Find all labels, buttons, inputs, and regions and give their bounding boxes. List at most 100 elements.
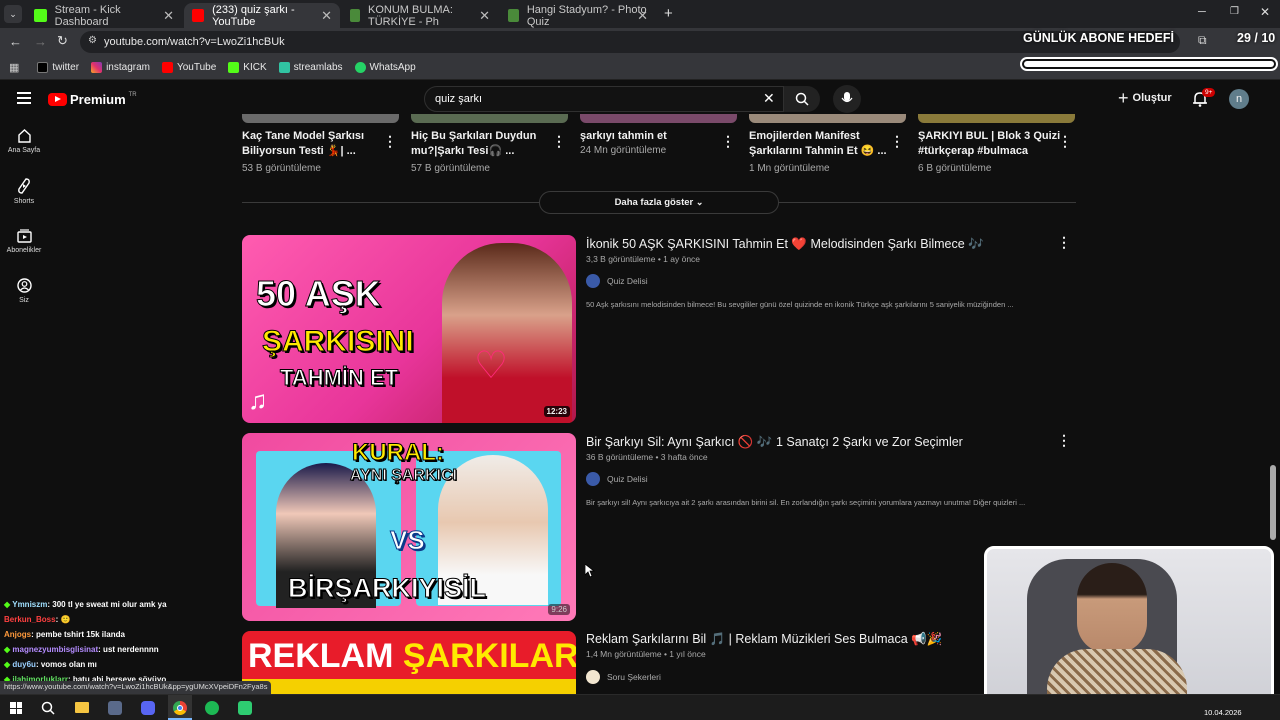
taskbar-clock[interactable]: 10.04.2026 (1204, 708, 1242, 717)
app-icon[interactable] (238, 701, 252, 715)
shorts-thumbnail-strip (242, 114, 1076, 123)
region-label: TR (128, 91, 137, 98)
minimize-button[interactable]: ─ (1198, 6, 1206, 18)
nav-shorts[interactable]: Shorts (0, 166, 48, 216)
video-meta: 36 B görüntüleme • 3 hafta önce (586, 452, 708, 462)
video-thumbnail[interactable]: ♡ ♫ 50 AŞK ŞARKISINI TAHMİN ET 12:23 (242, 235, 576, 423)
more-options-icon[interactable]: ⋮ (890, 133, 904, 150)
restore-button[interactable]: ❐ (1230, 6, 1239, 17)
video-title[interactable]: İkonik 50 AŞK ŞARKISINI Tahmin Et ❤️ Mel… (586, 237, 984, 252)
more-options-icon[interactable]: ⋮ (383, 133, 397, 150)
site-info-icon[interactable]: ⚙ (88, 35, 97, 46)
shorts-card[interactable]: ŞARKIYI BUL | Blok 3 Quizi #türkçerap #bu… (918, 129, 1078, 174)
bookmark-youtube[interactable]: YouTube (161, 62, 216, 73)
close-tab-icon[interactable]: ✕ (637, 8, 648, 24)
video-title[interactable]: Reklam Şarkılarını Bil 🎵 | Reklam Müzikl… (586, 632, 942, 647)
close-tab-icon[interactable]: ✕ (163, 8, 174, 24)
more-options-icon[interactable]: ⋮ (1057, 234, 1071, 251)
video-thumbnail[interactable]: REKLAM ŞARKILARI (242, 631, 576, 694)
short-title: mu?|Şarkı Tesi🎧 ... (411, 145, 515, 157)
nav-subscriptions[interactable]: Abonelikler (0, 216, 48, 266)
thumbnail-text: 50 AŞK (256, 274, 382, 313)
apps-grid-icon[interactable]: ▦ (9, 61, 19, 74)
channel-link[interactable]: Soru Şekerleri (586, 670, 661, 684)
chat-text: : ust nerdennnn (98, 645, 159, 654)
thumbnail-text: REKLAM ŞARKILARI (248, 637, 576, 676)
whatsapp-icon (354, 62, 366, 73)
bookmark-label: KICK (243, 62, 267, 73)
video-description: 50 Aşk şarkısını melodisinden bilmece! B… (586, 300, 1014, 309)
nav-home[interactable]: Ana Sayfa (0, 116, 48, 166)
back-icon[interactable]: ← (9, 34, 22, 49)
bookmark-streamlabs[interactable]: streamlabs (278, 62, 343, 73)
more-options-icon[interactable]: ⋮ (721, 133, 735, 150)
channel-name: Quiz Delisi (607, 474, 648, 484)
show-more-label: Daha fazla göster (614, 197, 694, 208)
nav-label: Ana Sayfa (7, 147, 41, 154)
shorts-card[interactable]: şarkıyı tahmin et 24 Mn görüntüleme (580, 129, 740, 156)
short-views: 57 B görüntüleme (411, 163, 490, 174)
more-options-icon[interactable]: ⋮ (1058, 133, 1072, 150)
voice-search-button[interactable] (833, 85, 861, 113)
photoquiz-icon (350, 9, 360, 22)
page-scrollbar[interactable] (1270, 465, 1276, 540)
chrome-icon[interactable] (168, 695, 192, 720)
tab-search-button[interactable]: ⌄ (4, 5, 22, 23)
reload-icon[interactable]: ↻ (57, 33, 68, 49)
tab-kick-dashboard[interactable]: Stream - Kick Dashboard ✕ (26, 3, 182, 28)
search-button[interactable] (784, 86, 820, 112)
duration-badge: 9:26 (548, 604, 570, 615)
instagram-icon (91, 62, 103, 73)
chat-user: Anjogs (4, 630, 32, 639)
bookmark-label: streamlabs (293, 62, 343, 73)
windows-start-icon[interactable] (10, 702, 22, 714)
create-button[interactable]: + Oluştur (1118, 89, 1172, 107)
more-options-icon[interactable]: ⋮ (552, 133, 566, 150)
chat-text: : 300 tl ye sweat mi olur amk ya (47, 600, 167, 609)
show-more-button[interactable]: Daha fazla göster ⌄ (539, 191, 779, 214)
close-window-button[interactable]: ✕ (1260, 5, 1270, 19)
goal-progress-fill (1024, 61, 1274, 67)
channel-link[interactable]: Quiz Delisi (586, 472, 648, 486)
nav-you[interactable]: Siz (0, 266, 48, 316)
discord-icon[interactable] (141, 701, 155, 715)
search-icon[interactable] (41, 701, 55, 715)
video-title[interactable]: Bir Şarkıyı Sil: Aynı Şarkıcı 🚫 🎶 1 Sana… (586, 435, 963, 450)
avatar[interactable]: n (1229, 89, 1249, 109)
short-views: 1 Mn görüntüleme (749, 163, 830, 174)
bookmark-whatsapp[interactable]: WhatsApp (354, 62, 416, 73)
app-icon[interactable] (108, 701, 122, 715)
goal-label: GÜNLÜK ABONE HEDEFİ (1023, 31, 1174, 45)
more-options-icon[interactable]: ⋮ (1057, 432, 1071, 449)
forward-icon[interactable]: → (34, 34, 47, 49)
close-tab-icon[interactable]: ✕ (479, 8, 490, 24)
shorts-card[interactable]: Kaç Tane Model Şarkısı Biliyorsun Testi 💃… (242, 129, 402, 174)
chat-message: Anjogs: pembe tshirt 15k ilanda (4, 630, 125, 639)
file-explorer-icon[interactable] (75, 702, 89, 713)
youtube-play-icon (48, 93, 67, 106)
spotify-icon[interactable] (205, 701, 219, 715)
bookmark-kick[interactable]: KICK (228, 62, 267, 73)
notifications-button[interactable]: 9+ (1192, 88, 1216, 112)
tab-konum-bulma[interactable]: KONUM BULMA: TÜRKİYE - Ph ✕ (342, 3, 498, 28)
tab-hangi-stadyum[interactable]: Hangi Stadyum? - Photo Quiz ✕ (500, 3, 656, 28)
bookmark-instagram[interactable]: instagram (91, 62, 150, 73)
close-tab-icon[interactable]: ✕ (321, 8, 332, 24)
search-input[interactable]: quiz şarkı ✕ (424, 86, 784, 112)
video-thumbnail[interactable]: KURAL: AYNI ŞARKICI VS BİRŞARKIYISİL 9:2… (242, 433, 576, 621)
tab-label: Stream - Kick Dashboard (54, 3, 121, 28)
url-field[interactable]: ⚙ youtube.com/watch?v=LwoZi1hcBUk (80, 31, 1180, 53)
new-tab-button[interactable]: + (664, 5, 673, 22)
profile-icon (16, 278, 32, 293)
youtube-logo[interactable]: Premium TR (48, 92, 137, 107)
bookmark-twitter[interactable]: twitter (37, 62, 79, 73)
shorts-card[interactable]: Hiç Bu Şarkıları Duydun mu?|Şarkı Tesi🎧 .… (411, 129, 571, 174)
menu-icon[interactable] (17, 92, 31, 104)
channel-link[interactable]: Quiz Delisi (586, 274, 648, 288)
tab-youtube[interactable]: (233) quiz şarkı - YouTube ✕ (184, 3, 340, 28)
chat-message: Berkun_Boss: 🙂 (4, 615, 70, 624)
clear-search-icon[interactable]: ✕ (763, 90, 775, 107)
link-status-bar: https://www.youtube.com/watch?v=LwoZi1hc… (0, 681, 272, 694)
subscriptions-icon (16, 229, 32, 243)
shorts-card[interactable]: Emojilerden Manifest Şarkılarını Tahmin E… (749, 129, 909, 174)
